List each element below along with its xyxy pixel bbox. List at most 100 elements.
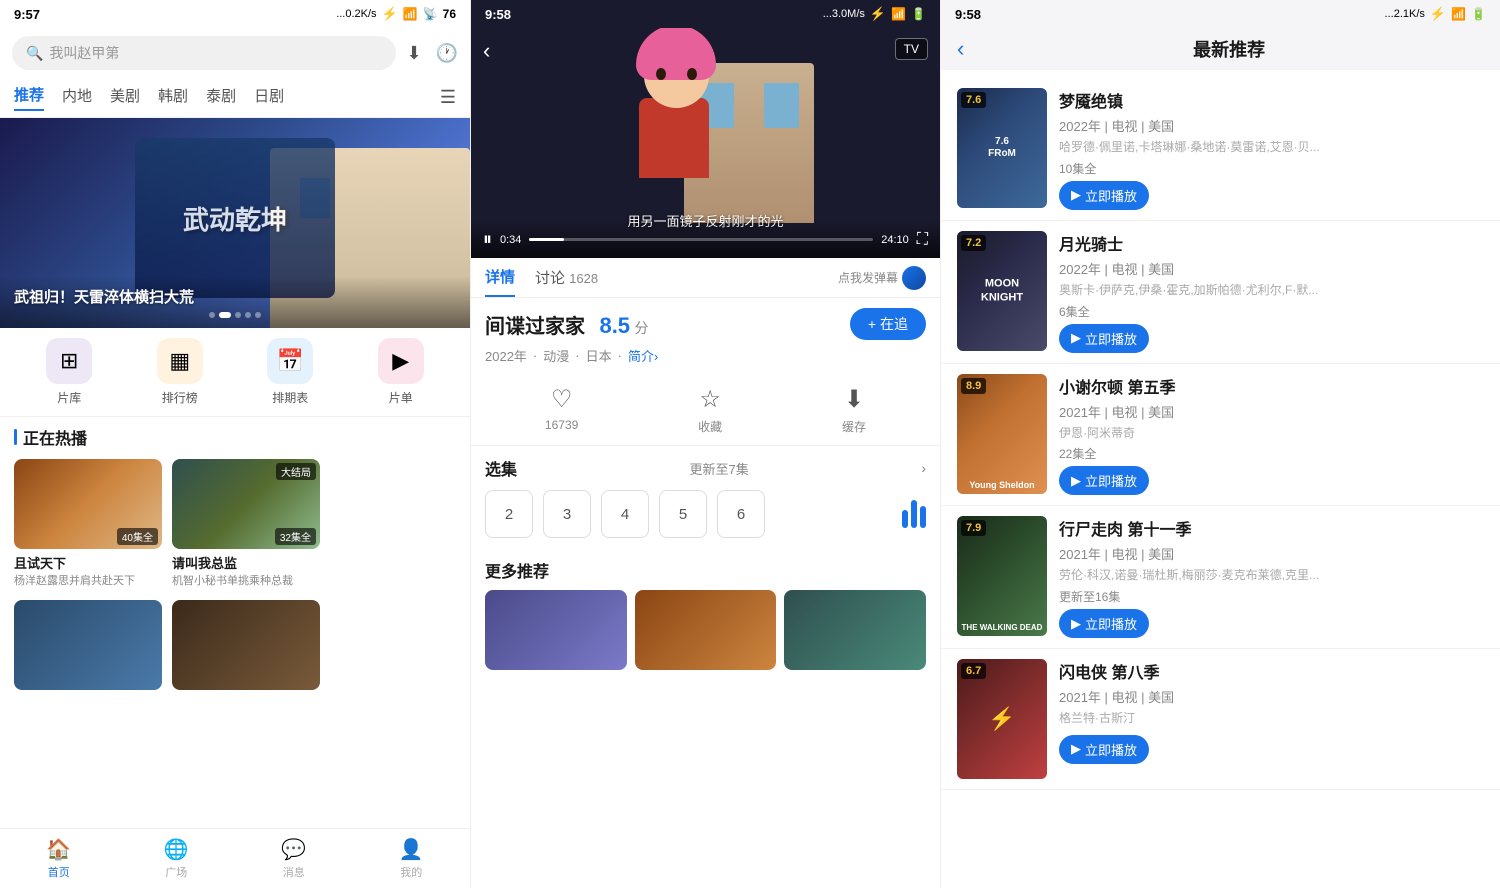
rec-cards [485, 590, 926, 670]
tab-discuss[interactable]: 讨论 1628 [535, 259, 598, 296]
window-right [764, 83, 799, 128]
quick-library[interactable]: ⊞ 片库 [46, 338, 92, 406]
meta-sep-3: · [618, 348, 622, 363]
hot-card-2-img: 大结局 32集全 [172, 459, 320, 549]
ep-btn-2[interactable]: 2 [485, 490, 533, 538]
search-input-wrap[interactable]: 🔍 我叫赵甲第 [12, 36, 396, 70]
ep-btn-4[interactable]: 4 [601, 490, 649, 538]
bnav-message[interactable]: 💬 消息 [235, 837, 353, 880]
nav-more-icon[interactable]: ☰ [440, 87, 456, 108]
ep-bar-1 [902, 510, 908, 528]
ep-btn-6[interactable]: 6 [717, 490, 765, 538]
rec-item-0[interactable]: 7.6 7.6FRoM 梦魇绝镇 2022年 | 电视 | 美国 哈罗德·佩里诺… [941, 78, 1500, 221]
battery-icon-3: 🔋 [1471, 7, 1486, 21]
nav-tab-us[interactable]: 美剧 [110, 85, 140, 110]
back-button[interactable]: ‹ [483, 38, 490, 64]
nav-tab-mainland[interactable]: 内地 [62, 85, 92, 110]
play-btn-4[interactable]: ▶ 立即播放 [1059, 735, 1149, 764]
bnav-profile[interactable]: 👤 我的 [353, 837, 471, 880]
rec-mini-2[interactable] [635, 590, 777, 670]
bluetooth-icon: ⚡ [382, 6, 398, 22]
play-btn-0[interactable]: ▶ 立即播放 [1059, 181, 1149, 210]
rec-thumb-1: 7.2 MOONKNIGHT [957, 231, 1047, 351]
download-icon[interactable]: ⬇ [406, 43, 421, 64]
ep-title: 选集 [485, 456, 517, 480]
bluetooth-icon-3: ⚡ [1430, 6, 1446, 22]
hot-card-1[interactable]: 40集全 且试天下 杨洋赵露思并肩共赴天下 [14, 459, 162, 588]
profile-icon: 👤 [399, 837, 424, 862]
ep-btn-5[interactable]: 5 [659, 490, 707, 538]
rec-info-4: 闪电侠 第八季 2021年 | 电视 | 美国 格兰特·古斯汀 ▶ 立即播放 [1059, 659, 1484, 764]
play-icon-3: ▶ [1071, 616, 1081, 632]
like-icon: ♡ [551, 385, 573, 414]
bnav-home-label: 首页 [48, 864, 70, 880]
play-icon-1: ▶ [1071, 330, 1081, 346]
rec-item-2[interactable]: 8.9 Young Sheldon 小谢尔顿 第五季 2021年 | 电视 | … [941, 364, 1500, 507]
rec-name-2: 小谢尔顿 第五季 [1059, 374, 1484, 398]
play-btn-2[interactable]: ▶ 立即播放 [1059, 466, 1149, 495]
section-bar [14, 429, 17, 445]
search-icon: 🔍 [26, 45, 43, 62]
p3-back-button[interactable]: ‹ [957, 36, 964, 62]
hot-card-2[interactable]: 大结局 32集全 请叫我总监 机智小秘书单挑乘种总裁 [172, 459, 320, 588]
tv-button[interactable]: TV [895, 38, 928, 60]
favorite-icon: ☆ [699, 385, 721, 414]
bnav-plaza[interactable]: 🌐 广场 [118, 837, 236, 880]
status-bar-2: 9:58 ...3.0M/s ⚡ 📶 🔋 [471, 0, 940, 28]
quick-playlist[interactable]: ▶ 片单 [378, 338, 424, 406]
quick-schedule[interactable]: 📅 排期表 [267, 338, 313, 406]
rec-mini-1[interactable] [485, 590, 627, 670]
rec-item-4[interactable]: 6.7 ⚡ 闪电侠 第八季 2021年 | 电视 | 美国 格兰特·古斯汀 ▶ … [941, 649, 1500, 790]
mk-text: MOONKNIGHT [981, 277, 1023, 306]
action-favorite[interactable]: ☆ 收藏 [698, 385, 722, 435]
signal-icon-2: 📶 [891, 7, 906, 21]
network-2: ...3.0M/s [823, 8, 865, 20]
nav-tab-thai[interactable]: 泰剧 [206, 85, 236, 110]
video-player[interactable]: ‹ TV 用另一面镜子反射刚才的光 ⏸ [471, 28, 940, 258]
progress-bar[interactable] [529, 238, 873, 241]
status-right-1: ...0.2K/s ⚡ 📶 📡 76 [336, 6, 456, 22]
tab-detail[interactable]: 详情 [485, 258, 515, 297]
search-actions: ⬇ 🕐 [406, 43, 458, 64]
network-1: ...0.2K/s [336, 8, 376, 20]
intro-link[interactable]: 简介› [628, 346, 658, 365]
girl-eye-left [656, 68, 666, 80]
rec-eps-3: 更新至16集 [1059, 588, 1484, 605]
bnav-home[interactable]: 🏠 首页 [0, 837, 118, 880]
small-card-2[interactable] [172, 600, 320, 690]
more-rec-section: 更多推荐 [471, 548, 940, 680]
ep-chart [902, 500, 926, 528]
rec-item-1[interactable]: 7.2 MOONKNIGHT 月光骑士 2022年 | 电视 | 美国 奥斯卡·… [941, 221, 1500, 364]
search-placeholder: 我叫赵甲第 [49, 43, 119, 63]
nav-tab-japan[interactable]: 日剧 [254, 85, 284, 110]
small-card-1[interactable] [14, 600, 162, 690]
score-suffix: 分 [635, 320, 649, 336]
play-icon-4: ▶ [1071, 741, 1081, 757]
action-like[interactable]: ♡ 16739 [545, 385, 578, 435]
twd-text: THE WALKING DEAD [959, 623, 1045, 632]
quick-ranking[interactable]: ▦ 排行榜 [157, 338, 203, 406]
play-btn-3[interactable]: ▶ 立即播放 [1059, 609, 1149, 638]
follow-button[interactable]: + 在追 [850, 308, 926, 340]
show-region: 日本 [586, 346, 612, 365]
rec-item-3[interactable]: 7.9 THE WALKING DEAD 行尸走肉 第十一季 2021年 | 电… [941, 506, 1500, 649]
pause-button[interactable]: ⏸ [483, 229, 492, 250]
sheldon-text: Young Sheldon [959, 480, 1045, 490]
action-cache[interactable]: ⬇ 缓存 [842, 385, 866, 435]
hero-banner[interactable]: 武动乾坤 武祖归！天雷淬体横扫大荒 [0, 118, 470, 328]
rec-mini-3[interactable] [784, 590, 926, 670]
time-3: 9:58 [955, 7, 981, 22]
play-btn-1[interactable]: ▶ 立即播放 [1059, 324, 1149, 353]
history-icon[interactable]: 🕐 [436, 43, 458, 64]
discuss-count: 1628 [569, 271, 598, 286]
rec-year-2: 2021年 | 电视 | 美国 [1059, 402, 1484, 421]
nav-tab-recommend[interactable]: 推荐 [14, 84, 44, 111]
danmu-button[interactable]: 点我发弹幕 [838, 266, 926, 290]
small-card-2-img [172, 600, 320, 690]
panel-home: 9:57 ...0.2K/s ⚡ 📶 📡 76 🔍 我叫赵甲第 ⬇ 🕐 推荐 内… [0, 0, 470, 888]
fullscreen-button[interactable]: ⛶ [917, 231, 928, 249]
ep-btn-3[interactable]: 3 [543, 490, 591, 538]
ranking-icon: ▦ [157, 338, 203, 384]
nav-tab-korea[interactable]: 韩剧 [158, 85, 188, 110]
hot-card-1-title: 且试天下 [14, 553, 162, 572]
